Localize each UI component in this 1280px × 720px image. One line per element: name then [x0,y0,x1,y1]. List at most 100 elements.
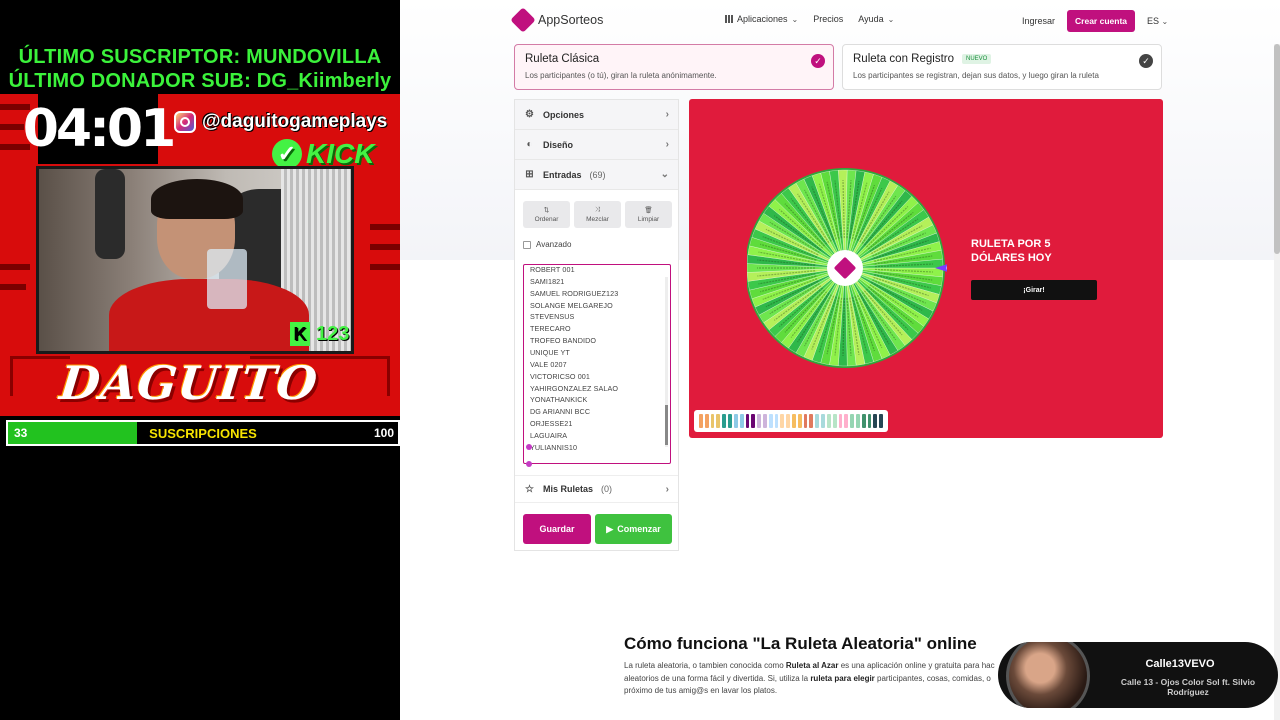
palette-swatch[interactable] [739,414,744,428]
palette-swatch[interactable] [733,414,738,428]
palette-swatch[interactable] [850,414,854,428]
entries-label: Entradas [543,169,582,180]
palette-swatch[interactable] [855,414,860,428]
kick-k-icon: K [290,322,310,346]
nav-pricing-label: Precios [813,14,844,24]
entry-line: SAMUEL RODRIGUEZ123 [530,288,619,298]
now-playing-channel: Calle13VEVO [1145,658,1215,670]
now-playing-popup: Calle13VEVO Calle 13 - Ojos Color Sol ft… [998,642,1278,708]
palette-swatch[interactable] [762,414,767,428]
advanced-toggle[interactable]: Avanzado [523,240,571,249]
shuffle-button[interactable]: ⤨ Mezclar [574,201,621,228]
palette-swatch[interactable] [751,414,756,428]
nav-apps[interactable]: Aplicaciones ⌄ [725,14,798,24]
start-button[interactable]: ▶ Comenzar [595,514,672,544]
login-link[interactable]: Ingresar [1022,16,1055,26]
brand-logo[interactable]: AppSorteos [510,7,603,33]
order-button[interactable]: ⇅ Ordenar [523,201,570,228]
clear-button[interactable]: 🗑 Limpiar [625,201,672,228]
palette-swatch[interactable] [774,414,779,428]
palette-swatch[interactable] [867,414,872,428]
palette-swatch[interactable] [879,414,883,428]
entry-line: TROFEO BANDIDO [530,336,597,346]
palette-swatch[interactable] [780,414,785,428]
palette-icon: ◐ [526,139,533,150]
howto-bold-1: Ruleta al Azar [785,661,839,670]
palette-swatch[interactable] [821,414,825,428]
palette-swatch[interactable] [728,414,732,428]
entries-scrollbar[interactable] [665,277,668,447]
resize-handle[interactable] [526,444,532,450]
palette-swatch[interactable] [745,414,750,428]
entry-line: YONATHANKICK [530,395,588,405]
chevron-right-icon: › [665,483,669,495]
countdown-timer: 04:01 [23,94,176,164]
roulette-wheel[interactable] [747,157,947,379]
palette-swatch[interactable] [861,414,866,428]
my-wheels-count: (0) [601,484,613,494]
palette-swatch[interactable] [803,414,808,428]
gift-icon: ⊞ [525,169,534,180]
check-icon: ✓ [272,139,302,169]
resize-handle[interactable] [526,461,532,467]
palette-swatch[interactable] [809,414,814,428]
mode-registration-desc: Los participantes se registran, dejan su… [853,71,1099,80]
design-section[interactable]: ◐ Diseño › [515,130,678,160]
shuffle-icon: ⤨ [594,206,601,213]
palette-swatch[interactable] [792,414,796,428]
appsorteos-page: AppSorteos Aplicaciones ⌄ Precios Ayuda … [400,0,1280,720]
palette-swatch[interactable] [768,414,773,428]
nav-help[interactable]: Ayuda ⌄ [858,14,894,24]
chevron-down-icon: ⌄ [660,169,669,180]
palette-swatch[interactable] [710,414,715,428]
chevron-down-icon: ⌄ [791,14,799,24]
design-label: Diseño [543,139,574,150]
palette-swatch[interactable] [716,414,721,428]
create-account-button[interactable]: Crear cuenta [1067,10,1135,32]
advanced-checkbox[interactable] [523,240,531,249]
spin-button[interactable]: ¡Girar! [971,280,1097,300]
mode-classic-desc: Los participantes (o tú), giran la rulet… [525,71,717,80]
advanced-label: Avanzado [536,240,572,249]
streamer-logo: DAGUITO [57,356,321,410]
clear-label: Limpiar [637,216,660,223]
palette-swatch[interactable] [786,414,790,428]
page-scrollbar[interactable] [1274,44,1280,720]
palette-swatch[interactable] [757,414,761,428]
chevron-right-icon: › [665,109,669,120]
options-label: Opciones [543,109,585,120]
my-wheels-section[interactable]: ☆ Mis Ruletas (0) › [515,475,678,503]
save-button[interactable]: Guardar [523,514,591,544]
nav-pricing[interactable]: Precios [813,14,843,24]
entry-line: ORJESSE21 [530,419,573,429]
star-icon: ☆ [525,483,534,495]
howto-line2: aleatorios de una forma fácil y divertid… [624,673,811,683]
palette-swatch[interactable] [815,414,820,428]
entry-line: STEVENSUS [530,312,575,322]
palette-swatch[interactable] [722,414,727,428]
language-selector[interactable]: ES ⌄ [1147,16,1168,26]
stream-overlay: ÚLTIMO SUSCRIPTOR: MUNDOVILLA ÚLTIMO DON… [0,0,400,720]
palette-swatch[interactable] [838,414,843,428]
howto-line3: próximo de tus amig@s en lavar los plato… [624,686,778,695]
config-sidebar: ⚙ Opciones › ◐ Diseño › ⊞ Entradas (69) … [514,99,679,551]
entries-section[interactable]: ⊞ Entradas (69) ⌄ [515,160,678,190]
howto-text: La ruleta aleatoria, o tambien conocida … [624,660,1034,698]
palette-swatch[interactable] [704,414,709,428]
mode-classic-card[interactable]: Ruleta Clásica Los participantes (o tú),… [514,44,834,90]
palette-swatch[interactable] [873,414,878,428]
options-section[interactable]: ⚙ Opciones › [515,100,678,130]
howto-title: Cómo funciona "La Ruleta Aleatoria" onli… [624,634,977,653]
palette-swatch[interactable] [699,414,703,428]
language-label: ES [1147,16,1160,26]
palette-swatch[interactable] [826,414,831,428]
mode-registration-card[interactable]: Ruleta con Registro NUEVO Los participan… [842,44,1162,90]
palette-swatch[interactable] [844,414,849,428]
instagram-icon [174,111,196,133]
nav-apps-label: Aplicaciones [737,14,788,24]
palette-swatch[interactable] [797,414,802,428]
my-wheels-label: Mis Ruletas [543,484,594,494]
nav-right: Ingresar Crear cuenta ES ⌄ [1022,10,1168,32]
entries-textarea[interactable]: ROBERT 001 SAMI1821 SAMUEL RODRIGUEZ123 SOL… [523,264,671,464]
palette-swatch[interactable] [832,414,837,428]
